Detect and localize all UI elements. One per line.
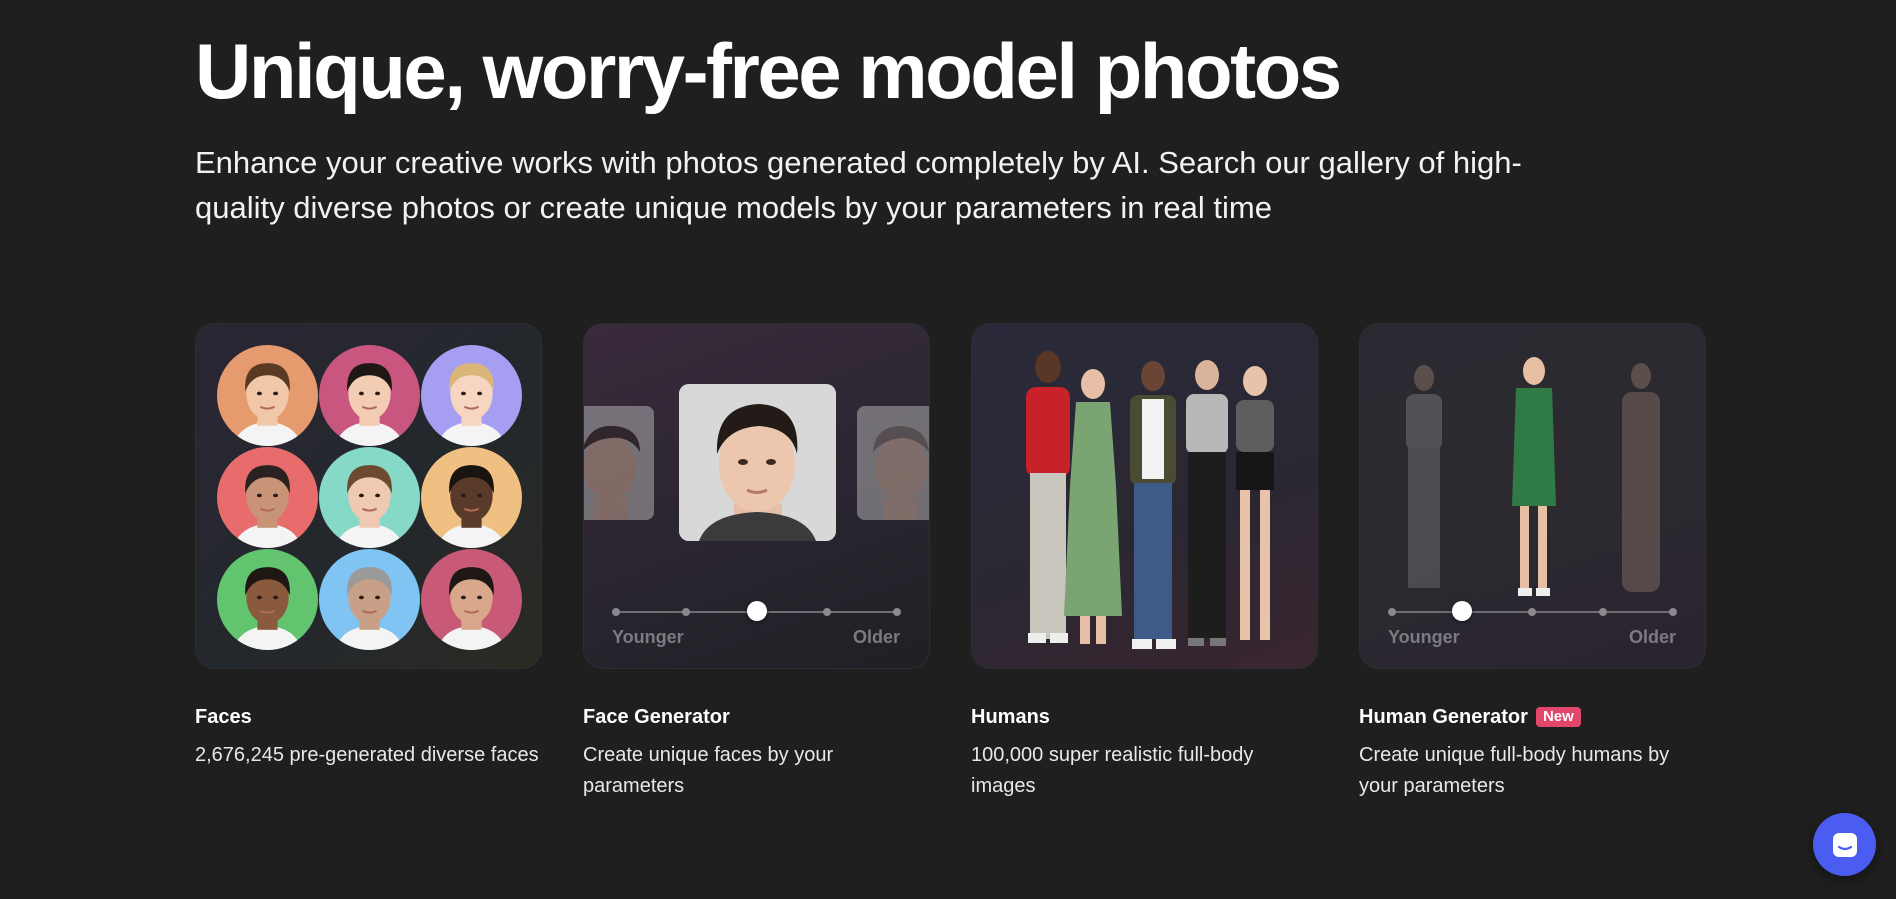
card-faces[interactable]: Faces 2,676,245 pre-generated diverse fa…: [195, 323, 542, 766]
card-title-face-generator[interactable]: Face Generator: [583, 706, 730, 729]
slider-handle[interactable]: [746, 601, 767, 621]
card-description-faces: 2,676,245 pre-generated diverse faces: [195, 744, 539, 766]
slider-tick: [823, 608, 831, 616]
card-human-generator[interactable]: Younger Older Human Generator New Create …: [1359, 323, 1706, 797]
human-figure: [1222, 364, 1288, 652]
hero-title: Unique, worry-free model photos: [195, 27, 1342, 115]
face-generator-thumbnail[interactable]: Younger Older: [583, 323, 930, 669]
card-description-humans: 100,000 super realistic full-body images: [971, 744, 1254, 797]
human-figure-previous: [1394, 364, 1454, 594]
card-description-human-generator: Create unique full-body humans by your p…: [1359, 744, 1670, 797]
humans-thumbnail[interactable]: [971, 323, 1318, 669]
face-avatar: [319, 549, 420, 650]
age-slider[interactable]: [1388, 601, 1677, 621]
chat-icon: [1832, 832, 1857, 857]
face-photo-current: [679, 384, 836, 541]
slider-tick: [682, 608, 690, 616]
slider-tick: [1388, 608, 1396, 616]
face-photo-next: [857, 406, 929, 520]
slider-tick: [1669, 608, 1677, 616]
card-title-human-generator[interactable]: Human Generator New: [1359, 706, 1581, 729]
chat-button[interactable]: [1813, 813, 1876, 876]
slider-tick: [893, 608, 901, 616]
slider-label-younger: Younger: [1388, 627, 1460, 647]
human-figure-current: [1502, 356, 1566, 601]
new-badge: New: [1535, 707, 1581, 727]
age-slider[interactable]: [612, 601, 901, 621]
slider-label-older: Older: [1628, 627, 1676, 647]
face-avatar: [319, 345, 420, 446]
face-photo-previous: [584, 406, 654, 520]
face-avatar: [421, 345, 522, 446]
face-avatar: [421, 447, 522, 548]
face-avatar: [421, 549, 522, 650]
face-avatar: [217, 549, 318, 650]
card-face-generator[interactable]: Younger Older Face Generator Create uniq…: [583, 323, 930, 797]
card-title-faces[interactable]: Faces: [195, 706, 252, 729]
slider-tick: [612, 608, 620, 616]
card-humans[interactable]: Humans 100,000 super realistic full-body…: [971, 323, 1318, 797]
slider-tick: [1528, 608, 1536, 616]
face-avatar: [217, 447, 318, 548]
faces-thumbnail[interactable]: [195, 323, 542, 669]
human-generator-thumbnail[interactable]: Younger Older: [1359, 323, 1706, 669]
slider-handle[interactable]: [1452, 601, 1473, 621]
hero-subtitle: Enhance your creative works with photos …: [195, 145, 1522, 225]
slider-tick: [1599, 608, 1607, 616]
card-title-humans[interactable]: Humans: [971, 706, 1050, 729]
face-avatar: [217, 345, 318, 446]
face-avatar: [319, 447, 420, 548]
card-description-face-generator: Create unique faces by your parameters: [583, 744, 834, 797]
slider-label-older: Older: [852, 627, 900, 647]
slider-label-younger: Younger: [612, 627, 684, 647]
card-title-text: Human Generator: [1359, 706, 1528, 728]
human-figure-next: [1610, 362, 1672, 600]
